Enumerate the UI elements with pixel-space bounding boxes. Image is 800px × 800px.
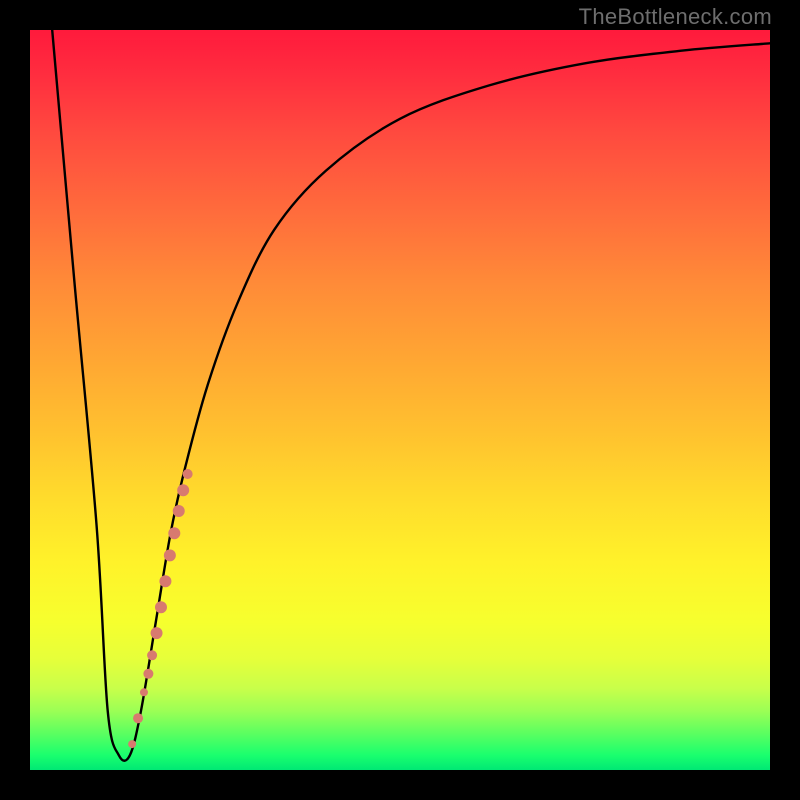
chart-frame: TheBottleneck.com	[0, 0, 800, 800]
marker-dot	[168, 527, 180, 539]
marker-dot	[155, 601, 167, 613]
watermark-text: TheBottleneck.com	[579, 4, 772, 30]
marker-dot	[140, 688, 148, 696]
highlighted-segment	[128, 469, 193, 748]
curve-path	[52, 30, 770, 761]
marker-dot	[143, 669, 153, 679]
marker-dot	[164, 549, 176, 561]
marker-dot	[183, 469, 193, 479]
marker-dot	[128, 740, 136, 748]
plot-area	[30, 30, 770, 770]
chart-svg	[30, 30, 770, 770]
marker-dot	[133, 713, 143, 723]
bottleneck-curve	[52, 30, 770, 761]
marker-dot	[147, 650, 157, 660]
marker-dot	[173, 505, 185, 517]
marker-dot	[159, 575, 171, 587]
marker-dot	[151, 627, 163, 639]
marker-dot	[177, 484, 189, 496]
